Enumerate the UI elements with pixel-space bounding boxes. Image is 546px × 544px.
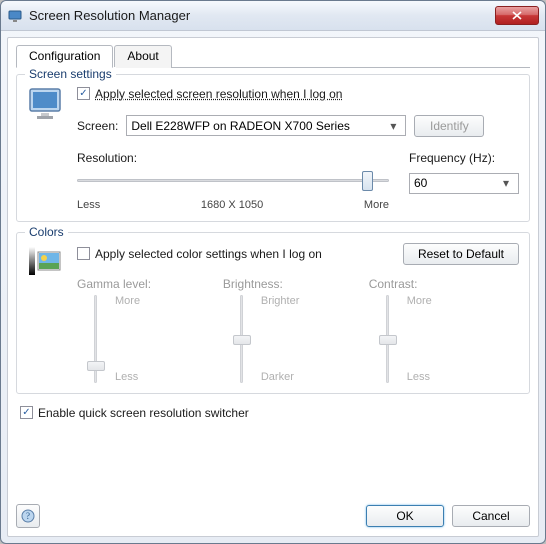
window-title: Screen Resolution Manager (29, 8, 495, 23)
tab-configuration[interactable]: Configuration (16, 45, 113, 68)
resolution-slider[interactable] (77, 169, 389, 197)
tab-about[interactable]: About (114, 45, 171, 68)
slider-thumb[interactable] (233, 335, 251, 345)
monitor-icon (27, 85, 67, 125)
chevron-down-icon: ▾ (385, 119, 401, 133)
identify-button[interactable]: Identify (414, 115, 484, 137)
res-less: Less (77, 199, 100, 211)
apply-colors-logon-label: Apply selected color settings when I log… (95, 247, 322, 261)
gamma-slider[interactable] (83, 295, 109, 383)
reset-default-button[interactable]: Reset to Default (403, 243, 519, 265)
svg-text:?: ? (26, 511, 30, 521)
slider-thumb[interactable] (379, 335, 397, 345)
screen-settings-title: Screen settings (25, 67, 116, 81)
enable-switcher-checkbox[interactable]: ✓ Enable quick screen resolution switche… (20, 406, 530, 420)
brightness-slider[interactable] (229, 295, 255, 383)
colors-icon (27, 243, 67, 283)
slider-thumb[interactable] (87, 361, 105, 371)
ok-button[interactable]: OK (366, 505, 444, 527)
frequency-select[interactable]: 60 ▾ (409, 173, 519, 194)
cancel-button[interactable]: Cancel (452, 505, 530, 527)
resolution-label: Resolution: (77, 151, 389, 165)
contrast-title: Contrast: (369, 277, 418, 291)
gamma-title: Gamma level: (77, 277, 151, 291)
titlebar: Screen Resolution Manager (1, 1, 545, 31)
screen-select-value: Dell E228WFP on RADEON X700 Series (131, 119, 350, 133)
footer: ? OK Cancel (16, 504, 530, 528)
res-value: 1680 X 1050 (201, 199, 263, 211)
slider-thumb[interactable] (362, 171, 373, 191)
checkbox-box: ✓ (20, 406, 33, 419)
frequency-value: 60 (414, 176, 427, 190)
res-more: More (364, 199, 389, 211)
checkbox-box (77, 247, 90, 260)
frequency-label: Frequency (Hz): (409, 151, 519, 165)
apply-screen-logon-checkbox[interactable]: ✓ Apply selected screen resolution when … (77, 87, 342, 101)
apply-colors-logon-checkbox[interactable]: Apply selected color settings when I log… (77, 247, 395, 261)
colors-title: Colors (25, 225, 68, 239)
checkbox-box: ✓ (77, 87, 90, 100)
screen-select[interactable]: Dell E228WFP on RADEON X700 Series ▾ (126, 115, 406, 136)
chevron-down-icon: ▾ (498, 176, 514, 190)
screen-label: Screen: (77, 119, 118, 133)
app-icon (7, 8, 23, 24)
window: Screen Resolution Manager Configuration … (0, 0, 546, 544)
client-area: Configuration About Screen settings ✓ Ap… (7, 37, 539, 537)
colors-group: Colors Apply (16, 232, 530, 394)
contrast-slider[interactable] (375, 295, 401, 383)
screen-settings-group: Screen settings ✓ Apply selected screen … (16, 74, 530, 222)
brightness-title: Brightness: (223, 277, 283, 291)
apply-screen-logon-label: Apply selected screen resolution when I … (95, 87, 342, 101)
help-button[interactable]: ? (16, 504, 40, 528)
tabstrip: Configuration About (16, 44, 530, 68)
close-button[interactable] (495, 6, 539, 25)
enable-switcher-label: Enable quick screen resolution switcher (38, 406, 249, 420)
